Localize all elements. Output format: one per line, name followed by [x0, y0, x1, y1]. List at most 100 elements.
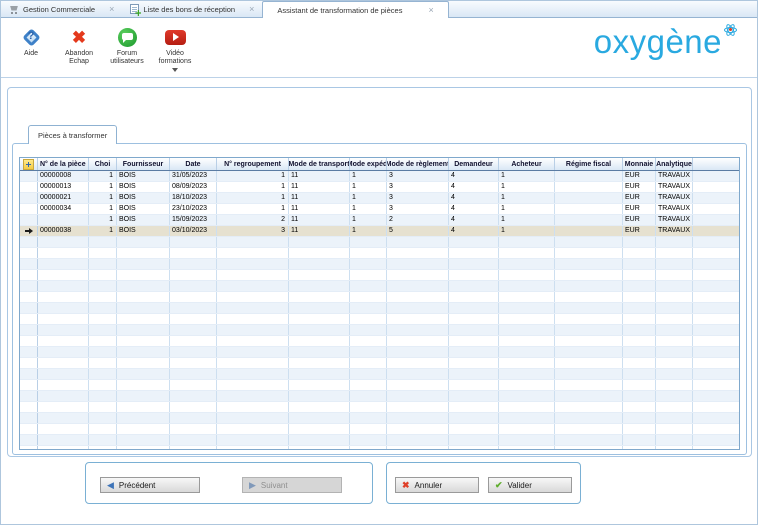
table-cell	[499, 435, 555, 445]
column-header[interactable]: Mode expéd.	[350, 158, 387, 170]
table-row-empty	[20, 314, 739, 325]
table-row[interactable]: 000000381BOIS03/10/20233111541EURTRAVAUX	[20, 226, 739, 237]
table-cell	[38, 215, 89, 225]
table-cell: TRAVAUX	[656, 193, 693, 203]
table-cell	[170, 281, 217, 291]
table-cell	[623, 336, 656, 346]
table-row[interactable]: 000000081BOIS31/05/20231111341EURTRAVAUX	[20, 171, 739, 182]
column-header[interactable]: N° de la pièce	[38, 158, 89, 170]
table-row-empty	[20, 325, 739, 336]
table-cell	[555, 215, 623, 225]
tab-gestion-commerciale[interactable]: Gestion Commerciale ×	[1, 1, 122, 17]
row-marker-cell	[20, 303, 38, 313]
table-cell	[656, 336, 693, 346]
table-row-empty	[20, 402, 739, 413]
table-cell	[170, 303, 217, 313]
table-cell	[289, 391, 350, 401]
table-row[interactable]: 000000211BOIS18/10/20231111341EURTRAVAUX	[20, 193, 739, 204]
table-row[interactable]: 000000131BOIS08/09/20231111341EURTRAVAUX	[20, 182, 739, 193]
close-icon[interactable]: ×	[249, 5, 254, 14]
close-icon[interactable]: ×	[428, 6, 433, 15]
table-cell	[656, 237, 693, 247]
table-cell-filler	[693, 402, 739, 412]
table-cell	[89, 259, 117, 269]
tab-assistant-transformation[interactable]: Assistant de transformation de pièces ×	[262, 1, 448, 18]
column-header[interactable]: Acheteur	[499, 158, 555, 170]
forum-button[interactable]: Forum utilisateurs	[103, 26, 151, 66]
table-cell: 00000013	[38, 182, 89, 192]
abort-button[interactable]: ✖ Abandon Echap	[55, 26, 103, 66]
video-formations-button[interactable]: Vidéo formations	[151, 26, 199, 72]
table-cell	[555, 380, 623, 390]
table-cell-filler	[693, 435, 739, 445]
help-button[interactable]: ? Aide	[7, 26, 55, 58]
table-cell	[350, 248, 387, 258]
table-cell	[387, 259, 449, 269]
column-header[interactable]: Monnaie	[623, 158, 656, 170]
table-cell-filler	[693, 380, 739, 390]
validate-button[interactable]: ✔ Valider	[488, 477, 572, 493]
tab-liste-bons-reception[interactable]: Liste des bons de réception ×	[122, 1, 262, 17]
table-cell	[350, 446, 387, 450]
table-cell: 00000038	[38, 226, 89, 236]
table-cell	[656, 270, 693, 280]
table-cell	[499, 358, 555, 368]
column-header[interactable]: Date	[170, 158, 217, 170]
table-cell: 00000008	[38, 171, 89, 181]
table-cell	[449, 314, 499, 324]
table-cell	[387, 314, 449, 324]
video-play-icon	[165, 26, 186, 48]
table-cell	[38, 446, 89, 450]
table-cell	[656, 424, 693, 434]
table-cell	[387, 402, 449, 412]
table-cell	[38, 413, 89, 423]
table-cell	[117, 446, 170, 450]
table-cell	[289, 336, 350, 346]
table-cell: 1	[217, 193, 289, 203]
table-cell	[89, 380, 117, 390]
table-cell	[555, 446, 623, 450]
column-header[interactable]: Régime fiscal	[555, 158, 623, 170]
table-cell	[555, 391, 623, 401]
column-header[interactable]: Choi	[89, 158, 117, 170]
table-cell: 4	[449, 226, 499, 236]
table-cell	[89, 446, 117, 450]
table-cell	[387, 237, 449, 247]
grid-corner-cell[interactable]	[20, 158, 38, 170]
table-row-empty	[20, 303, 739, 314]
close-icon[interactable]: ×	[109, 5, 114, 14]
row-marker-cell	[20, 347, 38, 357]
column-header[interactable]: N° regroupement	[217, 158, 289, 170]
cancel-button[interactable]: ✖ Annuler	[395, 477, 479, 493]
table-row[interactable]: 000000341BOIS23/10/20231111341EURTRAVAUX	[20, 204, 739, 215]
table-cell	[387, 391, 449, 401]
next-button[interactable]: ▶ Suivant	[242, 477, 342, 493]
column-header[interactable]: Fournisseur	[117, 158, 170, 170]
table-cell	[623, 281, 656, 291]
table-cell	[38, 336, 89, 346]
table-cell	[117, 270, 170, 280]
table-cell: TRAVAUX	[656, 171, 693, 181]
table-cell	[217, 358, 289, 368]
previous-button[interactable]: ◀ Précédent	[100, 477, 200, 493]
table-cell	[89, 314, 117, 324]
table-cell	[555, 314, 623, 324]
table-cell	[449, 325, 499, 335]
table-row[interactable]: 1BOIS15/09/20232111241EURTRAVAUX	[20, 215, 739, 226]
table-cell	[499, 281, 555, 291]
row-marker-cell	[20, 182, 38, 192]
table-cell: 11	[289, 182, 350, 192]
application-window: { "tab_bar": { "close_glyph": "×", "tabs…	[0, 0, 758, 525]
table-cell-filler	[693, 358, 739, 368]
table-cell	[449, 380, 499, 390]
chevron-down-icon[interactable]	[172, 68, 178, 72]
table-cell	[289, 446, 350, 450]
column-header[interactable]: Mode de transport	[289, 158, 350, 170]
column-header[interactable]: Demandeur	[449, 158, 499, 170]
column-header[interactable]: Mode de règlement	[387, 158, 449, 170]
button-label: Suivant	[261, 481, 288, 490]
table-cell	[656, 380, 693, 390]
column-header[interactable]: Analytique	[656, 158, 693, 170]
tab-pieces-a-transformer[interactable]: Pièces à transformer	[28, 125, 117, 144]
table-cell	[449, 303, 499, 313]
